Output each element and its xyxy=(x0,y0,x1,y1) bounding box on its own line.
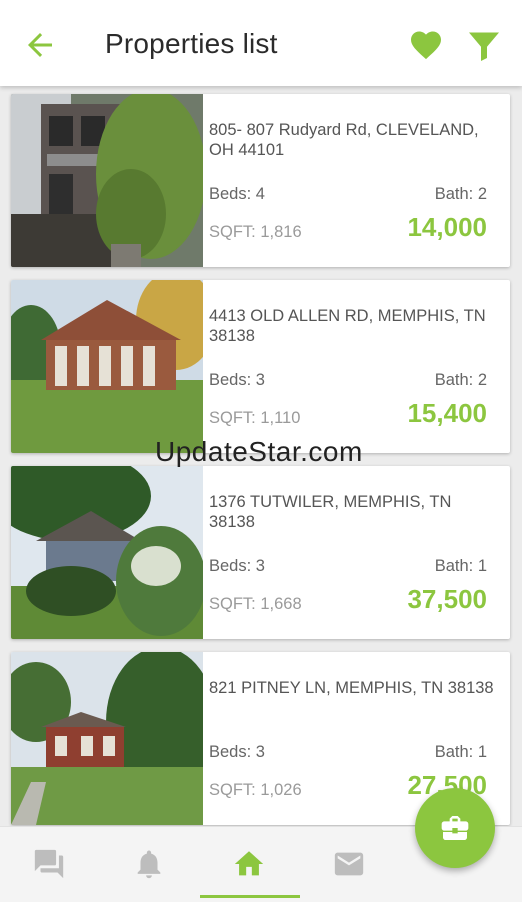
property-photo xyxy=(11,466,203,639)
property-price: 14,000 xyxy=(407,212,487,242)
property-sqft: SQFT: 1,026 xyxy=(209,781,302,799)
briefcase-icon xyxy=(441,816,469,840)
property-bath: Bath: 2 xyxy=(434,185,487,203)
mail-icon[interactable] xyxy=(332,847,366,881)
property-card[interactable]: 805- 807 Rudyard Rd, CLEVELAND, OH 44101… xyxy=(11,94,510,267)
filter-icon[interactable] xyxy=(466,28,502,64)
property-address: 1376 TUTWILER, MEMPHIS, TN 38138 xyxy=(209,493,452,531)
app-bar: Properties list xyxy=(0,0,522,86)
property-sqft: SQFT: 1,816 xyxy=(209,223,302,241)
property-sqft: SQFT: 1,668 xyxy=(209,595,302,613)
property-address: 821 PITNEY LN, MEMPHIS, TN 38138 xyxy=(209,679,494,697)
property-price: 37,500 xyxy=(407,584,487,614)
property-beds: Beds: 3 xyxy=(209,557,265,575)
watermark-text: UpdateStar.com xyxy=(155,436,363,467)
property-photo xyxy=(11,94,203,267)
property-photo xyxy=(11,652,203,825)
page-title: Properties list xyxy=(105,28,278,59)
property-card[interactable]: 4413 OLD ALLEN RD, MEMPHIS, TN 38138 Bed… xyxy=(11,280,510,453)
property-address: 4413 OLD ALLEN RD, MEMPHIS, TN 38138 xyxy=(209,307,486,345)
active-tab-indicator xyxy=(200,895,300,898)
property-bath: Bath: 1 xyxy=(434,743,487,761)
chat-icon[interactable] xyxy=(32,847,66,881)
home-icon[interactable] xyxy=(232,847,266,881)
property-sqft: SQFT: 1,110 xyxy=(209,409,301,427)
property-beds: Beds: 4 xyxy=(209,185,265,203)
property-photo xyxy=(11,280,203,453)
bell-icon[interactable] xyxy=(132,847,166,881)
property-card[interactable]: 1376 TUTWILER, MEMPHIS, TN 38138 Beds: 3… xyxy=(11,466,510,639)
back-arrow-icon[interactable] xyxy=(22,27,58,63)
property-address: 805- 807 Rudyard Rd, CLEVELAND, OH 44101 xyxy=(209,121,479,159)
property-bath: Bath: 1 xyxy=(434,557,487,575)
property-bath: Bath: 2 xyxy=(434,371,487,389)
heart-icon[interactable] xyxy=(406,27,446,63)
property-beds: Beds: 3 xyxy=(209,743,265,761)
briefcase-fab-button[interactable] xyxy=(415,788,495,868)
property-beds: Beds: 3 xyxy=(209,371,265,389)
property-price: 15,400 xyxy=(407,398,487,428)
